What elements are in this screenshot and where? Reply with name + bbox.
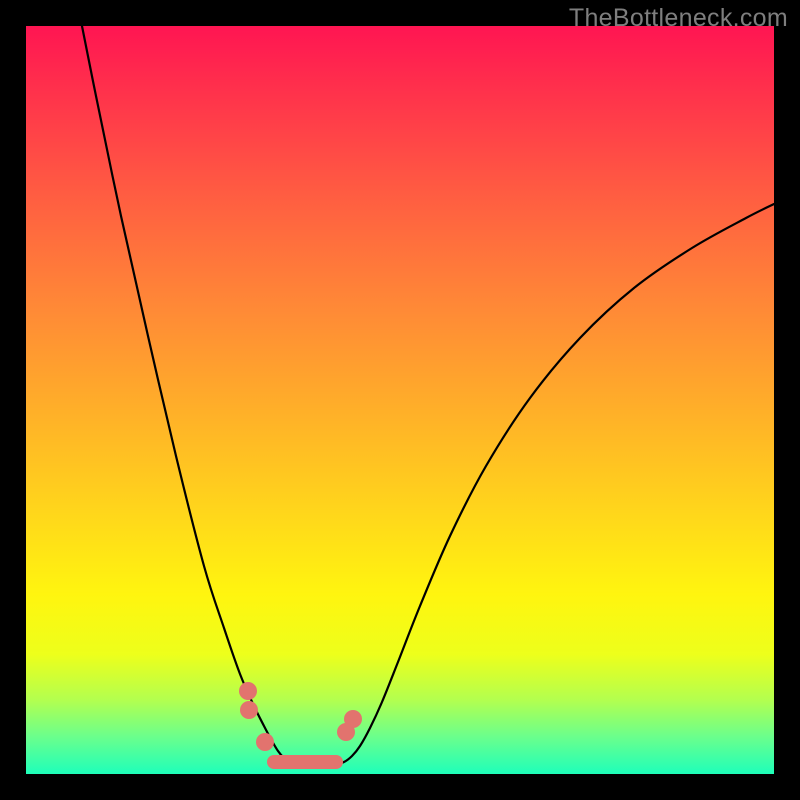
marker-dot: [239, 682, 257, 700]
bottleneck-curve: [78, 6, 774, 766]
chart-area: [26, 26, 774, 774]
curve-plot: [26, 26, 774, 774]
marker-dot: [256, 733, 274, 751]
watermark-text: TheBottleneck.com: [569, 4, 788, 33]
marker-dots: [239, 682, 362, 751]
marker-dot: [344, 710, 362, 728]
marker-dot: [240, 701, 258, 719]
